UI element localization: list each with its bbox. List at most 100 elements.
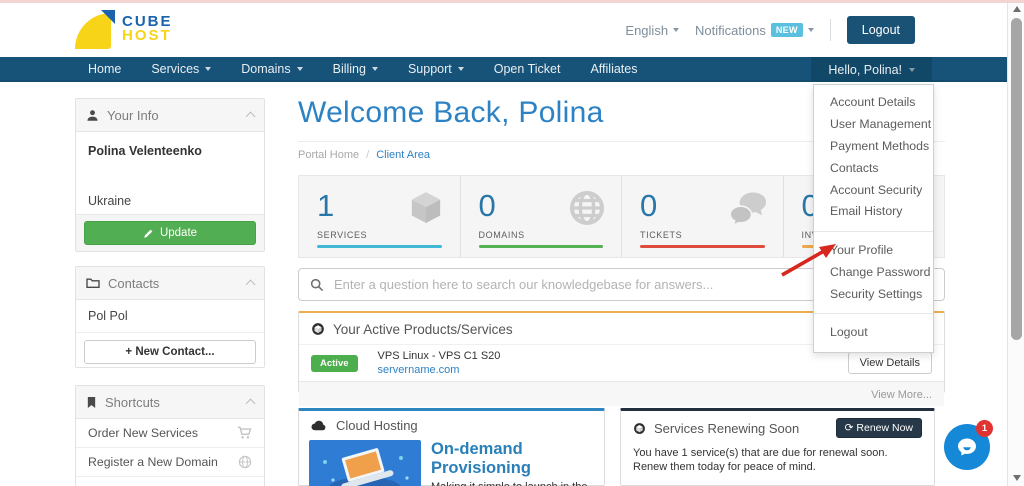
breadcrumb-portal-home[interactable]: Portal Home bbox=[298, 149, 359, 161]
breadcrumb-separator: / bbox=[366, 149, 370, 161]
chevron-up-icon[interactable] bbox=[245, 279, 256, 290]
logo-mark bbox=[75, 9, 115, 49]
cubehost-logo[interactable]: CUBE HOST bbox=[75, 9, 173, 49]
user-dropdown-menu: Account Details User Management Payment … bbox=[813, 84, 934, 353]
shortcut-register-domain[interactable]: Register a New Domain bbox=[76, 448, 264, 477]
shortcut-order-new-services[interactable]: Order New Services bbox=[76, 419, 264, 448]
header-divider bbox=[829, 19, 831, 41]
search-icon bbox=[310, 278, 324, 291]
client-name: Polina Velenteenko bbox=[88, 144, 202, 158]
shortcuts-header: Shortcuts bbox=[76, 386, 264, 419]
active-products-title: Your Active Products/Services bbox=[333, 321, 513, 337]
cube-icon bbox=[634, 422, 645, 434]
view-details-button[interactable]: View Details bbox=[847, 352, 932, 374]
logo-line2: HOST bbox=[122, 27, 172, 44]
caret-down-icon bbox=[205, 66, 212, 71]
contacts-panel: Contacts Pol Pol + New Contact... bbox=[75, 266, 265, 368]
cloud-hosting-description: Making it simple to launch in the cloud … bbox=[431, 481, 594, 486]
nav-item-affiliates[interactable]: Affiliates bbox=[575, 56, 652, 81]
cube-icon bbox=[312, 323, 324, 335]
stat-tile-tickets[interactable]: 0 TICKETS bbox=[622, 176, 784, 257]
contacts-title: Contacts bbox=[108, 275, 160, 291]
menu-item-user-management[interactable]: User Management bbox=[814, 114, 933, 136]
scrollbar-thumb[interactable] bbox=[1010, 18, 1022, 340]
menu-item-security-settings[interactable]: Security Settings bbox=[814, 283, 933, 305]
scrollbar-up-arrow[interactable] bbox=[1013, 6, 1021, 12]
client-country: Ukraine bbox=[88, 194, 132, 208]
contact-list-item[interactable]: Pol Pol bbox=[76, 300, 264, 333]
cube-icon bbox=[406, 188, 446, 233]
chevron-up-icon[interactable] bbox=[245, 398, 256, 409]
new-badge: NEW bbox=[770, 23, 803, 37]
stat-tile-services[interactable]: 1 SERVICES bbox=[299, 176, 461, 257]
your-info-title: Your Info bbox=[107, 107, 159, 123]
menu-item-account-details[interactable]: Account Details bbox=[814, 92, 933, 114]
menu-item-payment-methods[interactable]: Payment Methods bbox=[814, 136, 933, 158]
new-contact-button[interactable]: + New Contact... bbox=[84, 340, 256, 364]
chevron-up-icon[interactable] bbox=[245, 111, 256, 122]
nav-item-services[interactable]: Services bbox=[136, 56, 226, 81]
chat-bubbles-icon bbox=[727, 188, 769, 231]
stat-underline bbox=[478, 245, 603, 248]
product-name: VPS Linux - VPS C1 S20 bbox=[377, 350, 501, 362]
nav-item-domains[interactable]: Domains bbox=[226, 56, 317, 81]
top-header: CUBE HOST English Notifications NEW Logo… bbox=[0, 3, 1007, 57]
language-label: English bbox=[625, 22, 669, 38]
stat-tile-domains[interactable]: 0 DOMAINS bbox=[461, 176, 622, 257]
main-navbar: Home Services Domains Billing Support Op… bbox=[0, 57, 1007, 82]
user-icon bbox=[87, 109, 98, 121]
globe-icon bbox=[238, 455, 252, 469]
notifications-label: Notifications bbox=[695, 22, 766, 38]
nav-item-open-ticket[interactable]: Open Ticket bbox=[479, 56, 576, 81]
menu-item-contacts[interactable]: Contacts bbox=[814, 157, 933, 179]
logout-button[interactable]: Logout bbox=[846, 16, 915, 44]
contacts-header: Contacts bbox=[76, 267, 264, 300]
shortcuts-panel: Shortcuts Order New Services Register a … bbox=[75, 385, 265, 486]
breadcrumb: Portal Home / Client Area bbox=[298, 149, 430, 161]
cloud-hosting-image bbox=[309, 440, 421, 486]
menu-divider bbox=[814, 230, 933, 232]
caret-down-icon bbox=[457, 66, 464, 71]
view-more-link[interactable]: View More... bbox=[871, 389, 932, 401]
menu-item-email-history[interactable]: Email History bbox=[814, 201, 933, 223]
breadcrumb-client-area[interactable]: Client Area bbox=[376, 149, 430, 161]
cart-icon bbox=[237, 426, 252, 439]
page-scrollbar bbox=[1007, 0, 1024, 486]
nav-item-billing[interactable]: Billing bbox=[318, 56, 393, 81]
pencil-icon bbox=[144, 229, 153, 238]
cloud-icon bbox=[311, 420, 326, 431]
nav-item-home[interactable]: Home bbox=[73, 56, 136, 81]
notifications-toggle[interactable]: Notifications NEW bbox=[695, 23, 814, 38]
your-info-header: Your Info bbox=[76, 99, 264, 132]
menu-item-logout[interactable]: Logout bbox=[814, 322, 933, 344]
chat-bubble-icon bbox=[958, 438, 976, 456]
stat-underline bbox=[640, 245, 765, 248]
services-renewing-panel: Services Renewing Soon ⟳ Renew Now You h… bbox=[620, 408, 935, 486]
folder-icon bbox=[86, 278, 100, 288]
live-chat-widget[interactable]: 1 bbox=[944, 420, 993, 470]
shortcut-row-partial[interactable] bbox=[76, 477, 264, 486]
update-info-button[interactable]: Update bbox=[84, 221, 256, 245]
scrollbar-down-arrow[interactable] bbox=[1013, 475, 1021, 481]
client-area-page: CUBE HOST English Notifications NEW Logo… bbox=[0, 0, 1024, 486]
globe-icon bbox=[567, 188, 607, 233]
language-selector[interactable]: English bbox=[625, 22, 680, 38]
cloud-hosting-panel: Cloud Hosting On-demand Provisioning bbox=[298, 408, 605, 486]
caret-down-icon bbox=[296, 66, 303, 71]
menu-item-your-profile[interactable]: Your Profile bbox=[814, 240, 933, 262]
status-badge: Active bbox=[311, 354, 358, 372]
cloud-hosting-title: Cloud Hosting bbox=[336, 418, 418, 433]
menu-item-account-security[interactable]: Account Security bbox=[814, 179, 933, 201]
page-top-border bbox=[0, 0, 1024, 3]
product-domain-link[interactable]: servername.com bbox=[378, 364, 836, 376]
renewing-message: You have 1 service(s) that are due for r… bbox=[633, 447, 888, 473]
user-greeting-menu-toggle[interactable]: Hello, Polina! bbox=[811, 57, 932, 82]
caret-down-icon bbox=[807, 28, 814, 32]
menu-item-change-password[interactable]: Change Password bbox=[814, 261, 933, 283]
logo-text: CUBE HOST bbox=[122, 14, 173, 44]
nav-item-support[interactable]: Support bbox=[393, 56, 479, 81]
shortcuts-title: Shortcuts bbox=[105, 394, 160, 410]
renew-now-button[interactable]: ⟳ Renew Now bbox=[835, 418, 922, 438]
caret-down-icon bbox=[909, 67, 915, 72]
stat-underline bbox=[317, 245, 442, 248]
